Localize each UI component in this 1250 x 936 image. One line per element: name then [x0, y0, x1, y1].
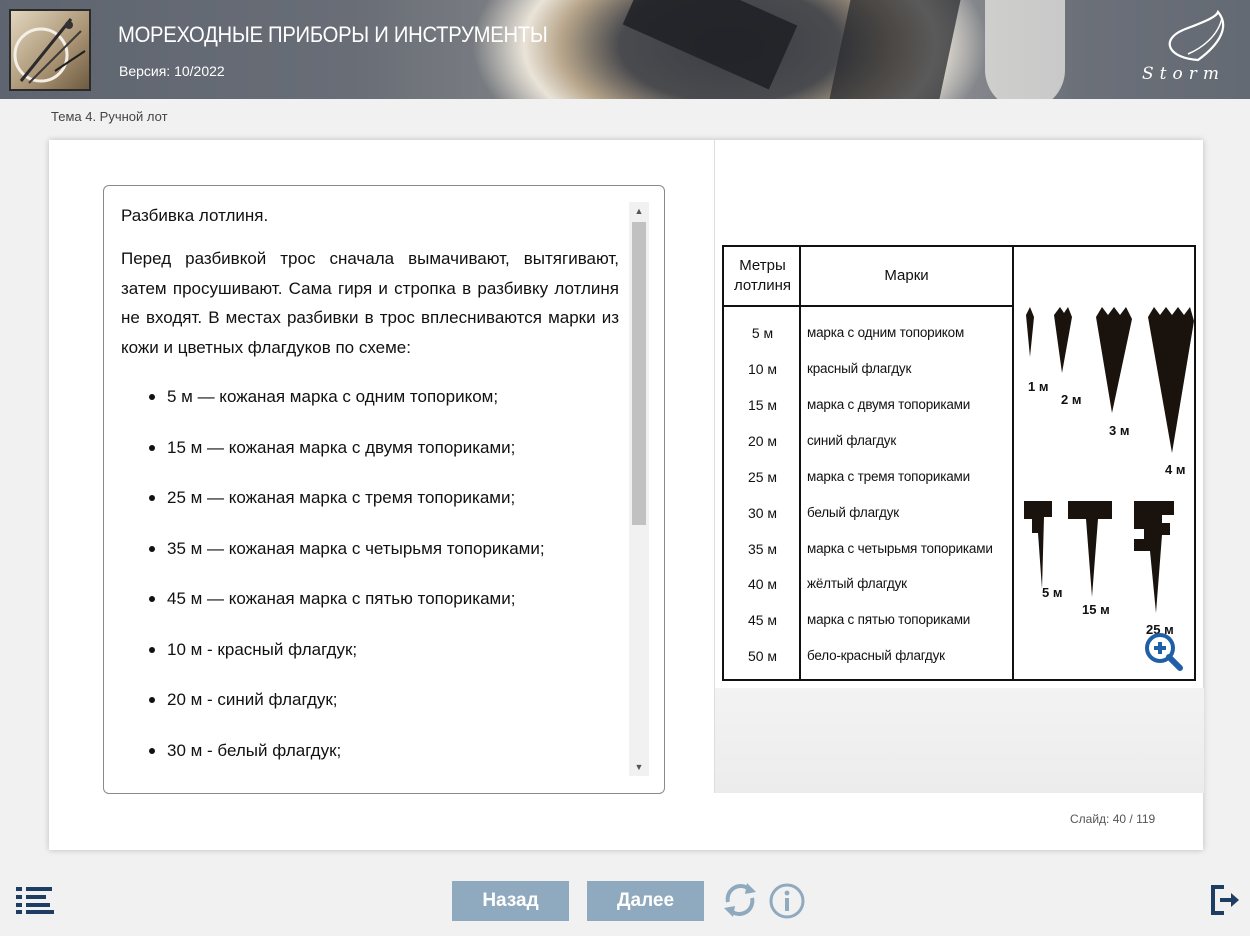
course-title: МОРЕХОДНЫЕ ПРИБОРЫ И ИНСТРУМЕНТЫ — [118, 22, 548, 47]
table-cell-meters: 15 м — [747, 397, 778, 413]
marks-table: Метры лотлиня Марки 5 м марка с одним то… — [722, 245, 1196, 681]
content-title: Разбивка лотлиня. — [121, 206, 269, 225]
table-cell-mark: марка с одним топориком — [807, 325, 965, 340]
header-background-highlight — [985, 0, 1065, 99]
content-paragraph: Перед разбивкой трос сначала вымачивают,… — [121, 249, 619, 357]
course-thumbnail — [9, 9, 91, 91]
slide-counter: Слайд: 40 / 119 — [1070, 812, 1156, 826]
scroll-down-arrow-icon[interactable]: ▼ — [629, 758, 649, 776]
mark-picture-label: 1 м — [1028, 379, 1049, 394]
table-cell-meters: 45 м — [747, 612, 778, 628]
marks-list: 5 м — кожаная марка с одним топориком; 1… — [149, 374, 619, 776]
table-divider — [724, 305, 1014, 307]
exit-icon[interactable] — [1210, 884, 1240, 916]
course-version: Версия: 10/2022 — [119, 63, 225, 79]
list-item: 20 м - синий флагдук; — [149, 677, 619, 728]
lead-line-marks-image[interactable]: Метры лотлиня Марки 5 м марка с одним то… — [714, 140, 1204, 793]
text-scroll-box[interactable]: Разбивка лотлиня. Перед разбивкой трос с… — [103, 185, 665, 794]
breadcrumb: Тема 4. Ручной лот — [51, 109, 168, 124]
list-item: 5 м — кожаная марка с одним топориком; — [149, 374, 619, 425]
storm-logo-text: Storm — [1142, 64, 1225, 84]
menu-list-icon[interactable] — [16, 886, 54, 914]
table-header-marks: Марки — [884, 267, 929, 284]
table-cell-meters: 20 м — [747, 433, 778, 449]
list-item: 30 м - белый флагдук; — [149, 728, 619, 777]
table-cell-mark: марка с четырьмя топориками — [807, 541, 993, 556]
back-button[interactable]: Назад — [452, 881, 569, 921]
table-cell-mark: синий флагдук — [807, 433, 897, 448]
next-button[interactable]: Далее — [587, 881, 704, 921]
zoom-in-icon[interactable] — [1144, 632, 1184, 672]
table-cell-mark: марка с пятью топориками — [807, 612, 971, 627]
table-cell-meters: 25 м — [747, 469, 778, 485]
list-item: 35 м — кожаная марка с четырьмя топорика… — [149, 526, 619, 577]
table-cell-meters: 10 м — [747, 361, 778, 377]
header-background-shadow — [829, 0, 961, 99]
info-icon[interactable] — [768, 882, 806, 920]
table-cell-mark: марка с тремя топориками — [807, 469, 970, 484]
table-cell-mark: красный флагдук — [807, 361, 912, 376]
vertical-scrollbar[interactable]: ▲ ▼ — [629, 202, 649, 776]
reload-icon[interactable] — [720, 880, 760, 920]
table-cell-meters: 40 м — [747, 576, 778, 592]
list-item: 25 м — кожаная марка с тремя топориками; — [149, 475, 619, 526]
course-header: МОРЕХОДНЫЕ ПРИБОРЫ И ИНСТРУМЕНТЫ Версия:… — [0, 0, 1250, 99]
scroll-up-arrow-icon[interactable]: ▲ — [629, 202, 649, 220]
table-cell-mark: жёлтый флагдук — [807, 576, 907, 591]
table-cell-meters: 50 м — [747, 648, 778, 664]
mark-picture-label: 4 м — [1165, 462, 1186, 477]
list-item: 15 м — кожаная марка с двумя топориками; — [149, 425, 619, 476]
table-cell-mark: марка с двумя топориками — [807, 397, 971, 412]
text-content: Разбивка лотлиня. Перед разбивкой трос с… — [121, 206, 619, 776]
list-item: 45 м — кожаная марка с пятью топориками; — [149, 576, 619, 627]
list-item: 10 м - красный флагдук; — [149, 627, 619, 678]
table-header-meters: Метры лотлиня — [733, 257, 791, 294]
table-cell-meters: 5 м — [751, 325, 774, 341]
table-divider — [1012, 247, 1014, 679]
table-cell-mark: бело-красный флагдук — [807, 648, 945, 663]
table-cell-mark: белый флагдук — [807, 505, 899, 520]
image-bottom-background — [715, 688, 1204, 793]
table-cell-meters: 35 м — [747, 541, 778, 557]
table-cell-meters: 30 м — [747, 505, 778, 521]
slide-panel: Разбивка лотлиня. Перед разбивкой трос с… — [49, 140, 1204, 850]
scrollbar-thumb[interactable] — [632, 222, 646, 525]
mark-picture-label: 2 м — [1061, 392, 1082, 407]
mark-picture-label: 5 м — [1042, 585, 1063, 600]
mark-picture-label: 15 м — [1082, 602, 1110, 617]
mark-picture-label: 3 м — [1109, 423, 1130, 438]
